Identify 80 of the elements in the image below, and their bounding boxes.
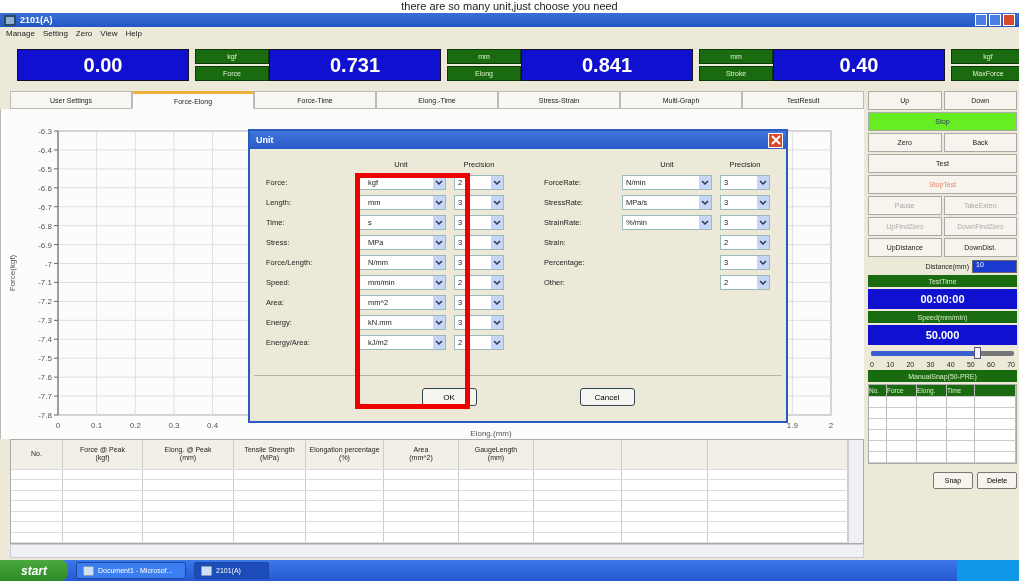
window-icon <box>201 565 212 576</box>
chevron-down-icon <box>699 175 711 189</box>
x-tick-label: 0.4 <box>207 421 219 430</box>
time-display: 00:00:00 <box>868 289 1017 309</box>
chevron-down-icon <box>757 215 769 229</box>
maximize-button[interactable] <box>989 14 1001 26</box>
x-tick-label: 0.3 <box>168 421 180 430</box>
y-tick-label: -7.6 <box>38 373 52 383</box>
chevron-down-icon <box>757 195 769 209</box>
chevron-down-icon <box>433 255 445 269</box>
y-tick-label: -6.4 <box>38 145 52 155</box>
menu-item[interactable]: Manage <box>6 28 35 38</box>
menu-item[interactable]: View <box>100 28 118 38</box>
window-icon <box>83 565 94 576</box>
y-tick-label: -7.7 <box>38 392 52 402</box>
chevron-down-icon <box>433 315 445 329</box>
chevron-down-icon <box>699 195 711 209</box>
chevron-down-icon <box>491 295 503 309</box>
x-tick-label: 0 <box>55 421 61 430</box>
window-title: 2101(A) <box>20 15 53 25</box>
speed-slider[interactable] <box>868 347 1017 359</box>
x-tick-label: 0.2 <box>129 421 141 430</box>
y-tick-label: -6.5 <box>38 164 52 174</box>
caption-text: there are so many unit,just choose you need <box>401 0 618 13</box>
chevron-down-icon <box>491 235 503 249</box>
readout-display: 0.841 <box>521 49 693 81</box>
y-axis-title: Force(kgf) <box>8 254 17 292</box>
y-tick-label: -7.4 <box>38 335 52 345</box>
chevron-down-icon <box>433 195 445 209</box>
chevron-down-icon <box>491 255 503 269</box>
y-tick-label: -6.7 <box>38 202 52 212</box>
chevron-down-icon <box>757 235 769 249</box>
app-icon <box>4 14 16 26</box>
chevron-down-icon <box>757 275 769 289</box>
readout-display: 0.731 <box>269 49 441 81</box>
y-tick-label: -7 <box>44 259 52 269</box>
chevron-down-icon <box>757 175 769 189</box>
y-tick-label: -6.8 <box>38 221 52 231</box>
close-button[interactable] <box>1003 14 1015 26</box>
chevron-down-icon <box>491 315 503 329</box>
x-tick-label: 2 <box>828 421 834 430</box>
dialog-button[interactable]: Cancel <box>579 388 635 406</box>
chevron-down-icon <box>491 175 503 189</box>
scrollbar[interactable] <box>848 440 863 543</box>
chevron-down-icon <box>433 275 445 289</box>
x-tick-label: 1.9 <box>786 421 798 430</box>
y-tick-label: -6.6 <box>38 183 52 193</box>
speed-display: 50.000 <box>868 325 1017 345</box>
start-button[interactable]: start <box>0 560 68 581</box>
chevron-down-icon <box>491 335 503 349</box>
chevron-down-icon <box>699 215 711 229</box>
y-tick-label: -7.1 <box>38 278 52 288</box>
y-tick-label: -7.3 <box>38 316 52 326</box>
slider-thumb[interactable] <box>974 346 982 359</box>
chevron-down-icon <box>433 335 445 349</box>
dialog-title: Unit <box>256 135 274 145</box>
minimize-button[interactable] <box>975 14 987 26</box>
close-button[interactable] <box>768 132 783 148</box>
menu-item[interactable]: Zero <box>75 28 93 38</box>
chevron-down-icon <box>491 195 503 209</box>
y-tick-label: -6.3 <box>38 127 52 136</box>
chevron-down-icon <box>757 255 769 269</box>
x-axis-title: Elong.(mm) <box>470 429 512 438</box>
y-tick-label: -6.9 <box>38 240 52 250</box>
system-tray <box>957 560 1019 581</box>
menu-item[interactable]: Setting <box>42 28 68 38</box>
readout-display: 0.40 <box>773 49 945 81</box>
close-icon <box>770 135 781 145</box>
scrollbar[interactable] <box>10 544 864 558</box>
menu-item[interactable]: Help <box>125 28 142 38</box>
y-tick-label: -7.2 <box>38 297 52 307</box>
chevron-down-icon <box>433 215 445 229</box>
chevron-down-icon <box>491 275 503 289</box>
chevron-down-icon <box>433 235 445 249</box>
y-tick-label: -7.5 <box>38 354 52 364</box>
x-tick-label: 0.1 <box>91 421 103 430</box>
readout-display: 0.00 <box>17 49 189 81</box>
y-tick-label: -7.8 <box>38 411 52 420</box>
chevron-down-icon <box>491 215 503 229</box>
chevron-down-icon <box>433 295 445 309</box>
